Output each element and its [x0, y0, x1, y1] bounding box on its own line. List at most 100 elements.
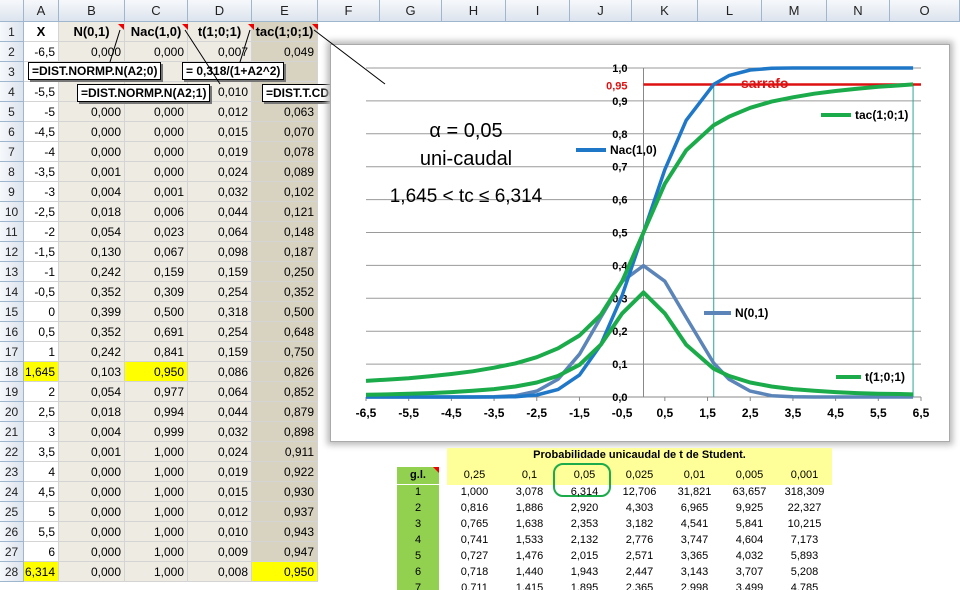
data-cell[interactable]: 0,023 [125, 222, 188, 242]
row-header[interactable]: 10 [0, 202, 24, 222]
row-header[interactable]: 21 [0, 422, 24, 442]
data-cell[interactable]: 0,691 [125, 322, 188, 342]
column-header[interactable]: J [570, 0, 632, 22]
data-cell[interactable]: 0,922 [252, 462, 318, 482]
data-cell[interactable]: 4 [24, 462, 59, 482]
data-cell[interactable]: 0,000 [59, 482, 125, 502]
data-cell[interactable]: 0,930 [252, 482, 318, 502]
data-cell[interactable]: 0,159 [188, 342, 252, 362]
data-cell[interactable]: 0,001 [125, 182, 188, 202]
row-header[interactable]: 23 [0, 462, 24, 482]
data-cell[interactable]: 0,999 [125, 422, 188, 442]
data-cell[interactable]: 0,063 [252, 102, 318, 122]
data-cell[interactable]: -2 [24, 222, 59, 242]
data-cell[interactable]: 4,5 [24, 482, 59, 502]
data-cell[interactable]: 0,000 [125, 122, 188, 142]
data-cell[interactable]: 0,000 [59, 562, 125, 582]
data-cell[interactable]: 0,950 [252, 562, 318, 582]
data-cell[interactable]: 0,086 [188, 362, 252, 382]
row-header[interactable]: 15 [0, 302, 24, 322]
data-cell[interactable]: 0,000 [59, 102, 125, 122]
row-header[interactable]: 18 [0, 362, 24, 382]
data-cell[interactable]: 0,044 [188, 402, 252, 422]
row-header[interactable]: 5 [0, 102, 24, 122]
column-header[interactable]: F [318, 0, 380, 22]
data-cell[interactable]: 1,000 [125, 442, 188, 462]
data-cell[interactable]: 0,067 [125, 242, 188, 262]
row-header[interactable]: 26 [0, 522, 24, 542]
data-cell[interactable]: 0,018 [59, 402, 125, 422]
data-cell[interactable]: 0,032 [188, 182, 252, 202]
data-cell[interactable]: 0,015 [188, 482, 252, 502]
data-cell[interactable]: 0,852 [252, 382, 318, 402]
data-cell[interactable]: 0,000 [59, 462, 125, 482]
row-header[interactable]: 12 [0, 242, 24, 262]
data-cell[interactable]: -4 [24, 142, 59, 162]
row-header[interactable]: 19 [0, 382, 24, 402]
data-cell[interactable]: 0,937 [252, 502, 318, 522]
row-header[interactable]: 13 [0, 262, 24, 282]
data-cell[interactable]: 0,148 [252, 222, 318, 242]
data-cell[interactable]: 0,399 [59, 302, 125, 322]
row-header[interactable]: 25 [0, 502, 24, 522]
data-cell[interactable]: 0,054 [59, 382, 125, 402]
data-cell[interactable]: 0,019 [188, 462, 252, 482]
data-cell[interactable]: 0,000 [59, 522, 125, 542]
data-cell[interactable]: 6 [24, 542, 59, 562]
data-cell[interactable]: 0,000 [59, 542, 125, 562]
row-header[interactable]: 11 [0, 222, 24, 242]
data-cell[interactable]: -1 [24, 262, 59, 282]
data-cell[interactable]: 0,010 [188, 522, 252, 542]
data-cell[interactable]: 3,5 [24, 442, 59, 462]
row-header[interactable]: 22 [0, 442, 24, 462]
data-cell[interactable]: 0,000 [125, 102, 188, 122]
data-cell[interactable]: 1,000 [125, 462, 188, 482]
header-cell[interactable]: X [24, 22, 59, 42]
data-cell[interactable]: 1 [24, 342, 59, 362]
row-header[interactable]: 7 [0, 142, 24, 162]
data-cell[interactable]: 0,352 [59, 322, 125, 342]
data-cell[interactable]: 2 [24, 382, 59, 402]
data-cell[interactable]: 0,015 [188, 122, 252, 142]
data-cell[interactable]: 0,000 [125, 142, 188, 162]
row-header[interactable]: 1 [0, 22, 24, 42]
data-cell[interactable]: 1,000 [125, 502, 188, 522]
data-cell[interactable]: -3,5 [24, 162, 59, 182]
data-cell[interactable]: -4,5 [24, 122, 59, 142]
data-cell[interactable]: 0,000 [59, 42, 125, 62]
data-cell[interactable]: 2,5 [24, 402, 59, 422]
data-cell[interactable]: 0,159 [188, 262, 252, 282]
data-cell[interactable]: 0,019 [188, 142, 252, 162]
data-cell[interactable]: 0,309 [125, 282, 188, 302]
row-header[interactable]: 4 [0, 82, 24, 102]
data-cell[interactable]: 1,645 [24, 362, 59, 382]
data-cell[interactable]: -2,5 [24, 202, 59, 222]
row-header[interactable]: 3 [0, 62, 24, 82]
data-cell[interactable]: 0,242 [59, 262, 125, 282]
data-cell[interactable]: 0,000 [59, 502, 125, 522]
data-cell[interactable]: 0,032 [188, 422, 252, 442]
data-cell[interactable]: 0,950 [125, 362, 188, 382]
data-cell[interactable]: 0,024 [188, 442, 252, 462]
column-header[interactable]: L [698, 0, 762, 22]
data-cell[interactable]: -0,5 [24, 282, 59, 302]
column-header[interactable]: H [442, 0, 506, 22]
column-header[interactable]: N [827, 0, 890, 22]
data-cell[interactable]: 6,314 [24, 562, 59, 582]
header-cell[interactable]: N(0,1) [59, 22, 125, 42]
data-cell[interactable]: 0,008 [188, 562, 252, 582]
data-cell[interactable]: 0,064 [188, 222, 252, 242]
data-cell[interactable]: 0,187 [252, 242, 318, 262]
column-header[interactable]: C [125, 0, 188, 22]
data-cell[interactable]: 0,500 [252, 302, 318, 322]
data-cell[interactable]: 0,012 [188, 102, 252, 122]
data-cell[interactable]: 0,004 [59, 422, 125, 442]
column-header[interactable]: B [59, 0, 125, 22]
data-cell[interactable]: 3 [24, 422, 59, 442]
row-header[interactable]: 6 [0, 122, 24, 142]
data-cell[interactable]: 0,024 [188, 162, 252, 182]
data-cell[interactable]: -5 [24, 102, 59, 122]
data-cell[interactable]: 0,018 [59, 202, 125, 222]
data-cell[interactable]: 0,841 [125, 342, 188, 362]
data-cell[interactable]: 0,064 [188, 382, 252, 402]
